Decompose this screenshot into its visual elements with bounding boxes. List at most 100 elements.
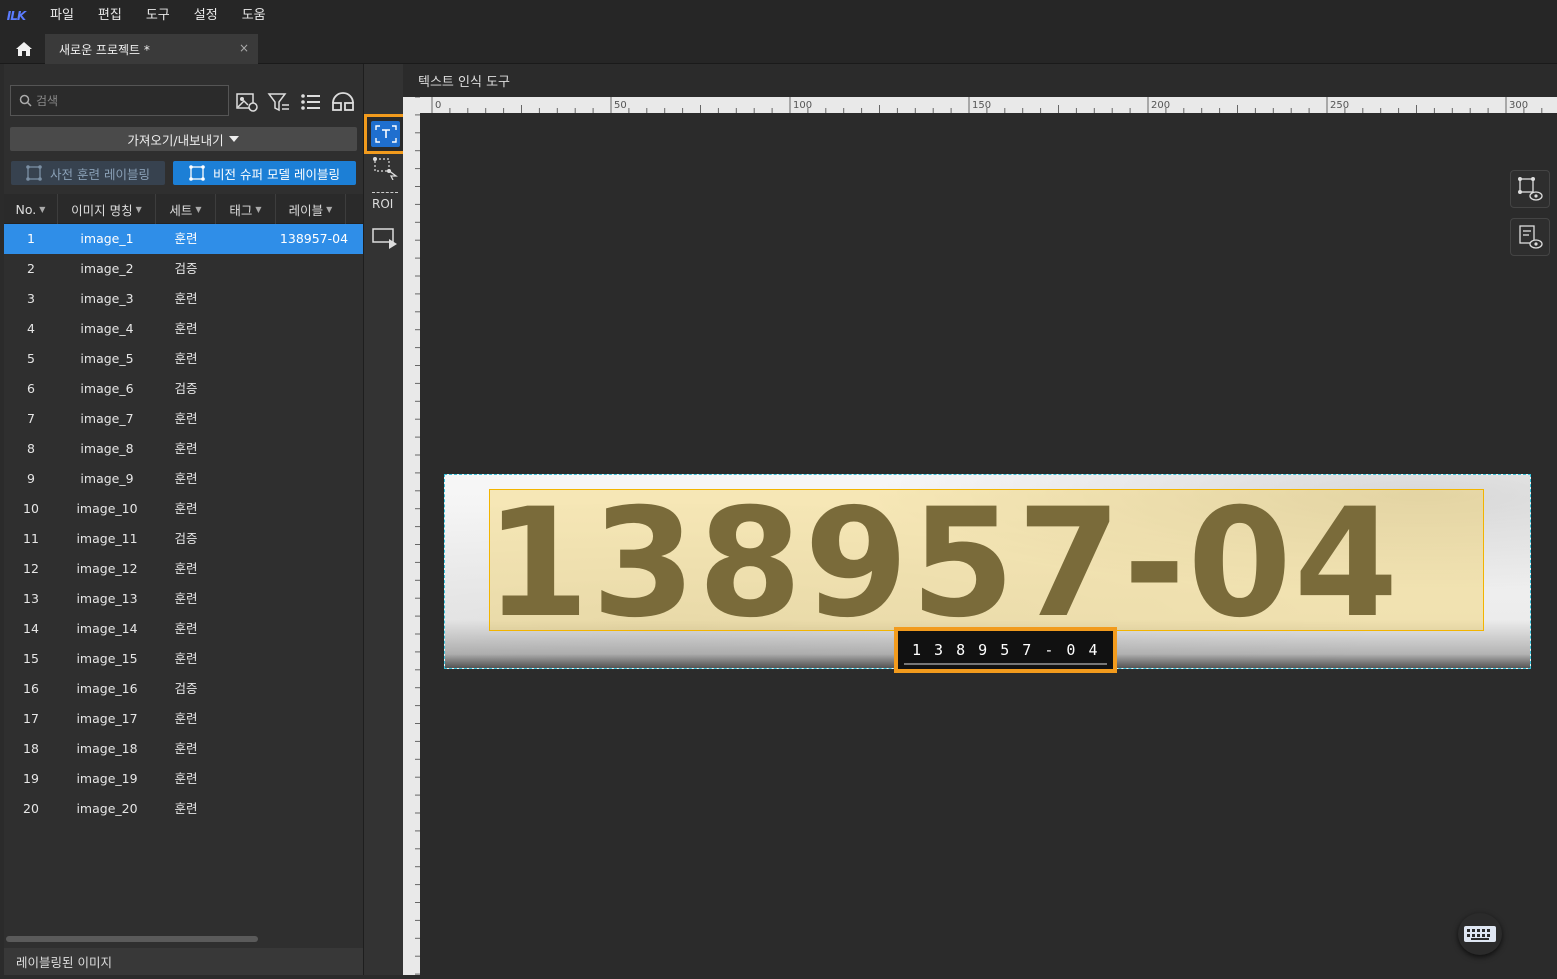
ruler-tick-label: 250 xyxy=(1330,100,1349,111)
cell-set: 훈련 xyxy=(174,711,198,726)
table-row[interactable]: 3 image_3 훈련 xyxy=(4,284,363,314)
cell-set: 훈련 xyxy=(174,321,198,336)
horizontal-ruler: 0 50 100 150 200 250 300 xyxy=(420,97,1557,113)
cell-set: 훈련 xyxy=(174,741,198,756)
table-row[interactable]: 9 image_9 훈련 xyxy=(4,464,363,494)
cell-image-name: image_19 xyxy=(76,771,138,786)
column-label: 레이블 xyxy=(288,202,324,218)
menu-settings[interactable]: 설정 xyxy=(182,0,230,32)
image-table-body: 1 image_1 훈련 138957-04 2 image_2 검증 3 image_3 훈련 4… xyxy=(4,224,363,824)
label-visibility-icon xyxy=(1519,225,1543,249)
table-row[interactable]: 11 image_11 검증 xyxy=(4,524,363,554)
cell-set: 검증 xyxy=(174,381,198,396)
tab-title: 새로운 프로젝트 * xyxy=(59,42,150,57)
next-image-tool-icon[interactable] xyxy=(371,226,399,250)
column-header-set[interactable]: 세트 ▼ xyxy=(156,194,216,224)
tool-title: 텍스트 인식 도구 xyxy=(418,75,510,90)
table-row[interactable]: 15 image_15 훈련 xyxy=(4,644,363,674)
table-row[interactable]: 19 image_19 훈련 xyxy=(4,764,363,794)
cell-no: 6 xyxy=(27,381,35,396)
tab-project[interactable]: 새로운 프로젝트 * × xyxy=(45,34,258,64)
table-row[interactable]: 8 image_8 훈련 xyxy=(4,434,363,464)
cell-label xyxy=(274,794,354,824)
roi-tool-icon[interactable]: ROI xyxy=(372,192,398,214)
ruler-tick-label: 100 xyxy=(793,100,812,111)
show-annotations-toggle[interactable] xyxy=(1510,170,1550,208)
cell-image-name: image_2 xyxy=(80,261,134,276)
cell-set: 검증 xyxy=(174,261,198,276)
menu-tools[interactable]: 도구 xyxy=(134,0,182,32)
search-icon xyxy=(19,94,32,107)
menu-file[interactable]: 파일 xyxy=(38,0,86,32)
column-header-image-name[interactable]: 이미지 명칭 ▼ xyxy=(58,194,156,224)
pretrained-labeling-button[interactable]: 사전 훈련 레이블링 xyxy=(11,161,165,185)
horizontal-scrollbar[interactable] xyxy=(6,936,258,942)
cell-label xyxy=(274,674,354,704)
pretrained-labeling-label: 사전 훈련 레이블링 xyxy=(50,166,150,182)
vision-super-model-labeling-button[interactable]: 비전 슈퍼 모델 레이블링 xyxy=(173,161,356,185)
gallery-view-icon[interactable] xyxy=(331,91,355,113)
cell-set: 훈련 xyxy=(174,771,198,786)
cell-no: 8 xyxy=(27,441,35,456)
cell-no: 10 xyxy=(23,501,39,516)
table-row[interactable]: 10 image_10 훈련 xyxy=(4,494,363,524)
menu-edit[interactable]: 편집 xyxy=(86,0,134,32)
cell-image-name: image_11 xyxy=(76,531,138,546)
cell-image-name: image_7 xyxy=(80,411,134,426)
cell-no: 4 xyxy=(27,321,35,336)
keyboard-shortcuts-button[interactable] xyxy=(1458,913,1502,955)
cell-image-name: image_13 xyxy=(76,591,138,606)
cell-label: 138957-04 xyxy=(279,231,349,246)
table-row[interactable]: 7 image_7 훈련 xyxy=(4,404,363,434)
image-settings-icon[interactable] xyxy=(235,91,259,113)
table-row[interactable]: 4 image_4 훈련 xyxy=(4,314,363,344)
caret-down-icon xyxy=(228,136,239,142)
table-row[interactable]: 2 image_2 검증 xyxy=(4,254,363,284)
table-row[interactable]: 1 image_1 훈련 138957-04 xyxy=(4,224,363,254)
tab-close-icon[interactable]: × xyxy=(239,41,249,55)
cell-set: 검증 xyxy=(174,681,198,696)
labeled-images-section[interactable]: 레이블링된 이미지 xyxy=(4,948,363,975)
table-row[interactable]: 13 image_13 훈련 xyxy=(4,584,363,614)
filter-icon[interactable] xyxy=(267,91,291,113)
home-icon xyxy=(16,42,32,56)
table-row[interactable]: 14 image_14 훈련 xyxy=(4,614,363,644)
cell-label xyxy=(274,434,354,464)
canvas-title-bar: 텍스트 인식 도구 xyxy=(403,64,1557,97)
text-box-tool-button[interactable] xyxy=(364,114,407,154)
import-export-button[interactable]: 가져오기/내보내기 xyxy=(10,127,357,151)
menu-help[interactable]: 도움 xyxy=(230,0,278,32)
text-annotation-box[interactable] xyxy=(489,489,1484,631)
ruler-tick-label: 0 xyxy=(435,100,441,111)
show-labels-toggle[interactable] xyxy=(1510,218,1550,256)
cell-set: 훈련 xyxy=(174,231,198,246)
cell-label xyxy=(274,374,354,404)
table-row[interactable]: 6 image_6 검증 xyxy=(4,374,363,404)
cell-image-name: image_18 xyxy=(76,741,138,756)
column-header-tag[interactable]: 태그 ▼ xyxy=(216,194,276,224)
table-row[interactable]: 18 image_18 훈련 xyxy=(4,734,363,764)
table-row[interactable]: 16 image_16 검증 xyxy=(4,674,363,704)
cell-image-name: image_17 xyxy=(76,711,138,726)
cell-no: 14 xyxy=(23,621,39,636)
column-header-no[interactable]: No. ▼ xyxy=(4,194,58,224)
search-input[interactable]: 검색 xyxy=(10,85,229,116)
cell-label xyxy=(274,734,354,764)
cell-no: 2 xyxy=(27,261,35,276)
table-row[interactable]: 17 image_17 훈련 xyxy=(4,704,363,734)
point-select-tool-icon[interactable] xyxy=(372,156,398,180)
sort-caret-icon: ▼ xyxy=(255,204,262,214)
table-row[interactable]: 20 image_20 훈련 xyxy=(4,794,363,824)
cell-image-name: image_10 xyxy=(76,501,138,516)
table-row[interactable]: 5 image_5 훈련 xyxy=(4,344,363,374)
cell-image-name: image_14 xyxy=(76,621,138,636)
table-row[interactable]: 12 image_12 훈련 xyxy=(4,554,363,584)
image-canvas[interactable]: 138957-04 1 3 8 9 5 7 - 0 4 xyxy=(420,113,1557,975)
cell-no: 11 xyxy=(23,531,39,546)
text-label-tag[interactable]: 1 3 8 9 5 7 - 0 4 xyxy=(894,627,1117,673)
home-button[interactable] xyxy=(6,36,42,62)
cell-label xyxy=(274,554,354,584)
cell-label xyxy=(274,344,354,374)
list-view-icon[interactable] xyxy=(299,91,323,113)
column-header-label[interactable]: 레이블 ▼ xyxy=(276,194,346,224)
